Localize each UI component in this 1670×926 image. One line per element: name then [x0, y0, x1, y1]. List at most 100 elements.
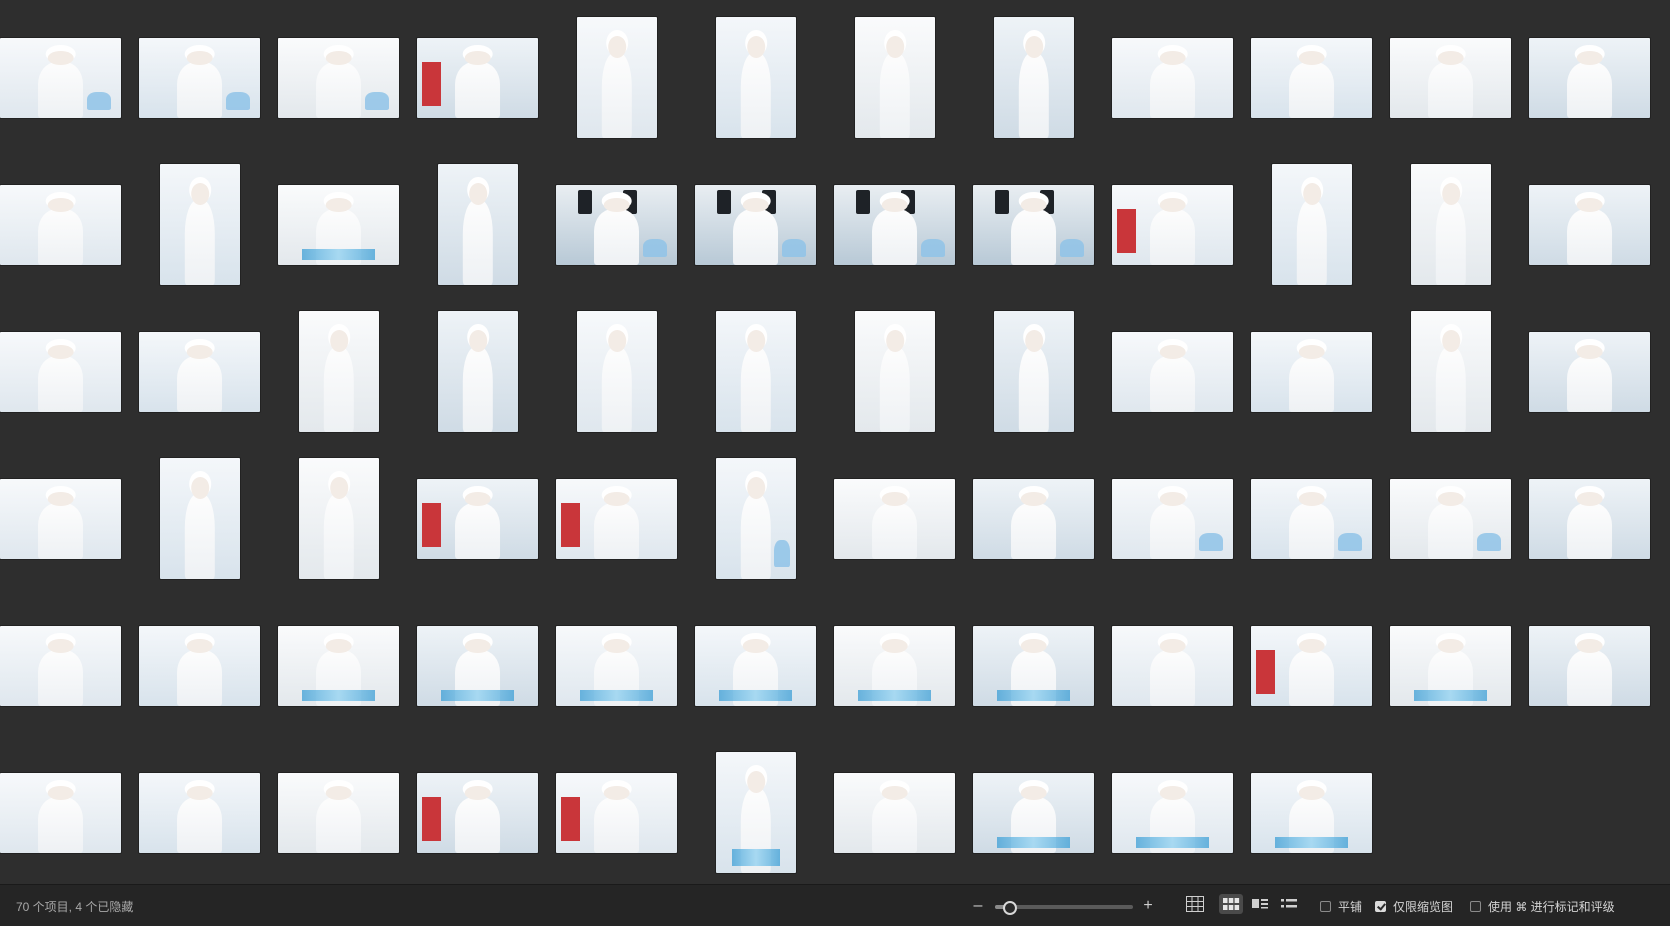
- tile-label: 平铺: [1338, 899, 1363, 914]
- photo-thumbnail[interactable]: [577, 17, 657, 138]
- figure-body-shape: [176, 650, 223, 706]
- figure-head-shape: [1020, 491, 1047, 507]
- photo-thumbnail[interactable]: [973, 773, 1094, 853]
- photo-thumbnail[interactable]: [438, 311, 518, 432]
- photo-thumbnail[interactable]: [0, 332, 121, 412]
- photo-thumbnail[interactable]: [1529, 479, 1650, 559]
- photo-thumbnail[interactable]: [417, 479, 538, 559]
- photo-thumbnail[interactable]: [855, 311, 935, 432]
- photo-thumbnail[interactable]: [1529, 185, 1650, 265]
- photo-thumbnail[interactable]: [0, 185, 121, 265]
- brand-sign-shape: [421, 62, 442, 106]
- photo-thumbnail[interactable]: [973, 479, 1094, 559]
- photo-thumbnail[interactable]: [1112, 38, 1233, 118]
- photo-thumbnail[interactable]: [577, 311, 657, 432]
- photo-thumbnail[interactable]: [1251, 479, 1372, 559]
- photo-thumbnail[interactable]: [139, 773, 260, 853]
- tile-checkbox[interactable]: [1320, 900, 1331, 912]
- thumbnail-cell: [973, 155, 1112, 302]
- photo-thumbnail[interactable]: [716, 458, 796, 579]
- photo-thumbnail[interactable]: [299, 458, 379, 579]
- blue-glove-shape: [1136, 837, 1209, 849]
- use-cmd-option[interactable]: 使用 ⌘ 进行标记和评级: [1470, 897, 1615, 915]
- photo-thumbnail[interactable]: [1112, 185, 1233, 265]
- photo-thumbnail[interactable]: [695, 185, 816, 265]
- blue-coat-shape: [1060, 239, 1085, 257]
- photo-thumbnail[interactable]: [278, 185, 399, 265]
- photo-thumbnail[interactable]: [994, 17, 1074, 138]
- photo-thumbnail[interactable]: [1272, 164, 1352, 285]
- photo-thumbnail[interactable]: [1112, 626, 1233, 706]
- photo-thumbnail[interactable]: [1390, 38, 1511, 118]
- photo-thumbnail[interactable]: [417, 38, 538, 118]
- photo-thumbnail[interactable]: [1390, 479, 1511, 559]
- photo-thumbnail[interactable]: [556, 773, 677, 853]
- photo-thumbnail[interactable]: [1251, 626, 1372, 706]
- figure-body-shape: [1566, 356, 1613, 412]
- photo-thumbnail[interactable]: [1529, 626, 1650, 706]
- photo-thumbnail[interactable]: [0, 479, 121, 559]
- photo-thumbnail[interactable]: [834, 185, 955, 265]
- photo-thumbnail[interactable]: [1112, 479, 1233, 559]
- photo-thumbnail[interactable]: [0, 626, 121, 706]
- photo-thumbnail[interactable]: [417, 626, 538, 706]
- thumbnails-only-option[interactable]: 仅限缩览图: [1375, 897, 1453, 915]
- photo-thumbnail[interactable]: [278, 773, 399, 853]
- photo-thumbnail[interactable]: [716, 311, 796, 432]
- photo-thumbnail[interactable]: [1251, 773, 1372, 853]
- photo-thumbnail[interactable]: [1251, 332, 1372, 412]
- photo-thumbnail[interactable]: [834, 479, 955, 559]
- photo-thumbnail[interactable]: [0, 773, 121, 853]
- photo-thumbnail[interactable]: [716, 17, 796, 138]
- figure-head-shape: [747, 330, 765, 353]
- photo-thumbnail[interactable]: [139, 38, 260, 118]
- thumbnail-cell: [1390, 302, 1529, 449]
- photo-thumbnail[interactable]: [556, 626, 677, 706]
- photo-thumbnail[interactable]: [0, 38, 121, 118]
- photo-thumbnail[interactable]: [556, 479, 677, 559]
- photo-thumbnail[interactable]: [855, 17, 935, 138]
- photo-thumbnail[interactable]: [973, 185, 1094, 265]
- view-list-button[interactable]: [1277, 894, 1301, 914]
- photo-thumbnail[interactable]: [1112, 332, 1233, 412]
- zoom-slider-knob[interactable]: [1002, 901, 1017, 915]
- view-gallery-button[interactable]: [1248, 894, 1272, 914]
- photo-thumbnail[interactable]: [994, 311, 1074, 432]
- photo-thumbnail[interactable]: [716, 752, 796, 873]
- thumbnail-cell: [417, 596, 556, 743]
- zoom-in-button[interactable]: +: [1139, 895, 1157, 917]
- status-bar: 70 个项目, 4 个已隐藏 – + 平铺 仅限缩览图 使用 ⌘ 进行标记和评级: [0, 884, 1670, 926]
- photo-thumbnail[interactable]: [834, 773, 955, 853]
- zoom-out-button[interactable]: –: [969, 895, 987, 917]
- photo-thumbnail[interactable]: [1112, 773, 1233, 853]
- tile-option[interactable]: 平铺: [1320, 897, 1362, 915]
- photo-thumbnail[interactable]: [973, 626, 1094, 706]
- photo-thumbnail[interactable]: [1529, 332, 1650, 412]
- use-cmd-checkbox[interactable]: [1470, 900, 1481, 912]
- photo-thumbnail[interactable]: [695, 626, 816, 706]
- photo-thumbnail[interactable]: [139, 626, 260, 706]
- view-grid-small-button[interactable]: [1183, 894, 1207, 914]
- view-grid-large-button[interactable]: [1219, 894, 1243, 914]
- figure-head-shape: [325, 638, 352, 654]
- figure-head-shape: [1442, 330, 1460, 353]
- thumbnails-only-checkbox[interactable]: [1375, 900, 1386, 912]
- photo-thumbnail[interactable]: [1251, 38, 1372, 118]
- photo-thumbnail[interactable]: [299, 311, 379, 432]
- photo-thumbnail[interactable]: [1411, 164, 1491, 285]
- photo-thumbnail[interactable]: [139, 332, 260, 412]
- photo-thumbnail[interactable]: [556, 185, 677, 265]
- photo-thumbnail[interactable]: [438, 164, 518, 285]
- thumbnail-grid[interactable]: [0, 0, 1670, 884]
- photo-thumbnail[interactable]: [1529, 38, 1650, 118]
- photo-thumbnail[interactable]: [834, 626, 955, 706]
- photo-thumbnail[interactable]: [1390, 626, 1511, 706]
- photo-thumbnail[interactable]: [278, 626, 399, 706]
- photo-thumbnail[interactable]: [278, 38, 399, 118]
- figure-body-shape: [176, 356, 223, 412]
- figure-body-shape: [1149, 650, 1196, 706]
- photo-thumbnail[interactable]: [1411, 311, 1491, 432]
- photo-thumbnail[interactable]: [160, 458, 240, 579]
- photo-thumbnail[interactable]: [417, 773, 538, 853]
- photo-thumbnail[interactable]: [160, 164, 240, 285]
